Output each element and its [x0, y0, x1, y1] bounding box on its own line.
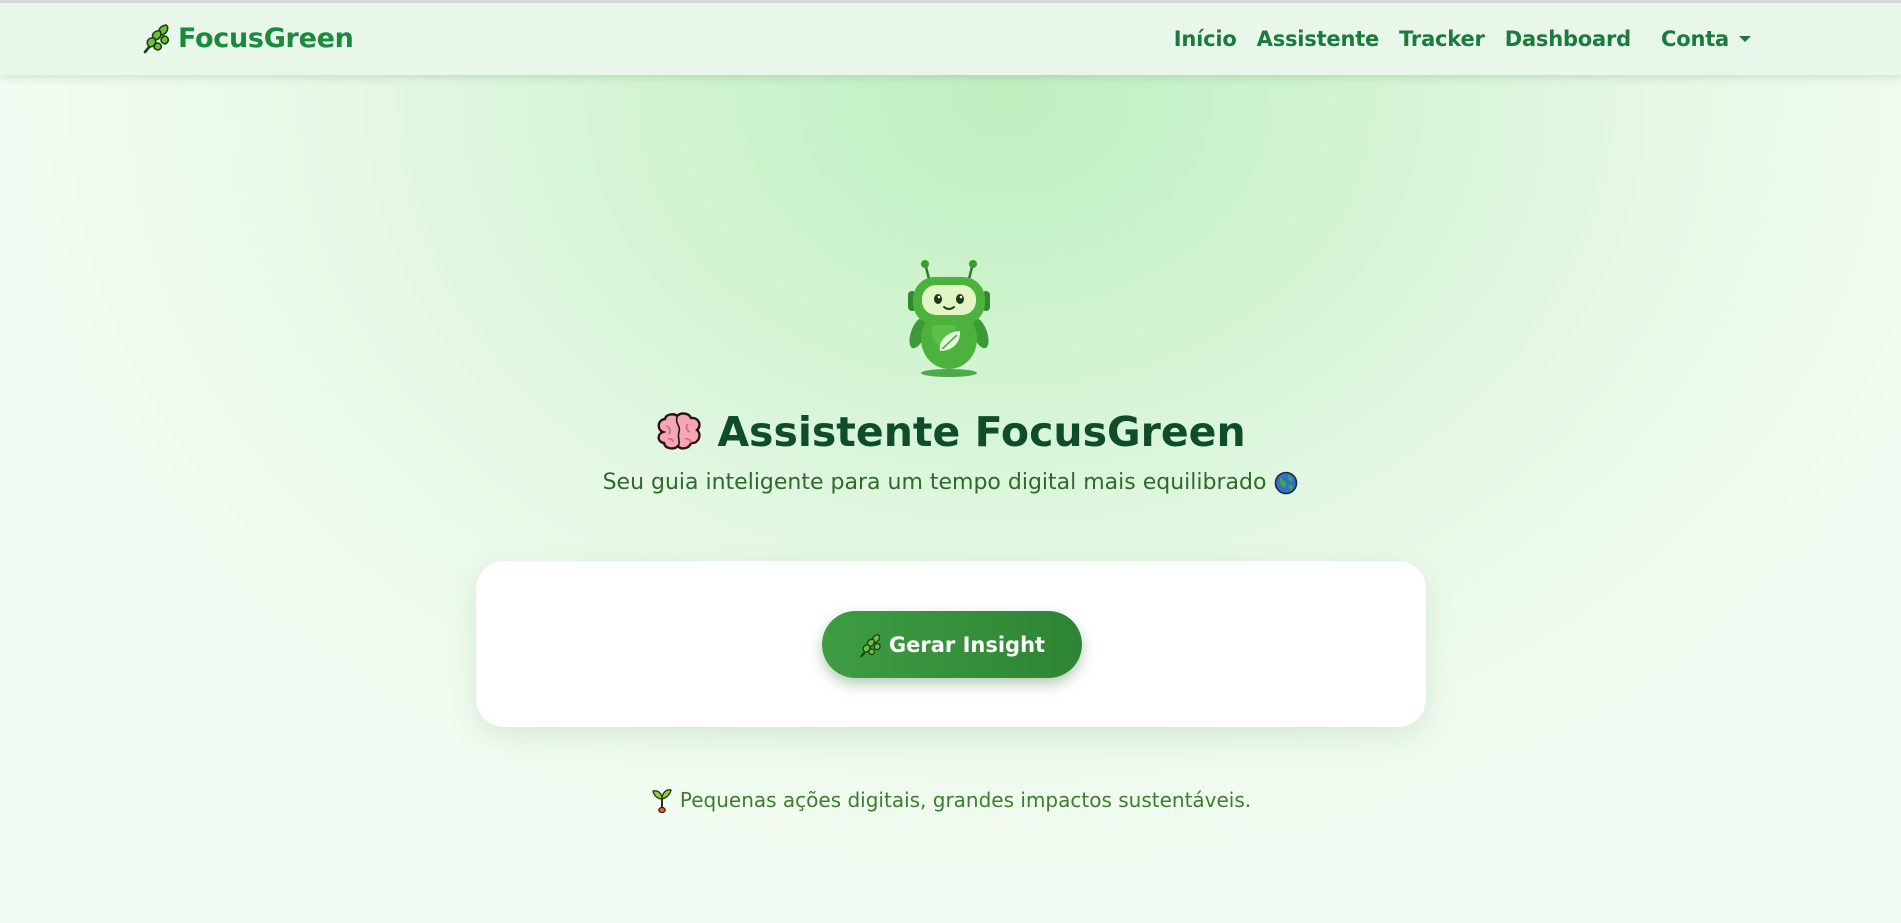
- account-dropdown[interactable]: Conta: [1661, 27, 1751, 51]
- caret-down-icon: [1739, 36, 1751, 42]
- nav-link-inicio[interactable]: Início: [1174, 27, 1237, 51]
- brain-icon: [657, 412, 701, 450]
- nav-link-dashboard[interactable]: Dashboard: [1505, 27, 1631, 51]
- robot-mascot-icon: [908, 260, 990, 377]
- subtitle-text: Seu guia inteligente para um tempo digit…: [602, 470, 1267, 495]
- page: FocusGreen Início Assistente Tracker Das…: [0, 0, 1901, 923]
- nav-links: Início Assistente Tracker Dashboard Cont…: [1154, 27, 1751, 51]
- brand-name: FocusGreen: [178, 22, 354, 54]
- page-subtitle: Seu guia inteligente para um tempo digit…: [0, 470, 1901, 495]
- generate-insight-label: Gerar Insight: [888, 632, 1046, 657]
- nav-link-tracker[interactable]: Tracker: [1399, 27, 1485, 51]
- sprout-icon: [652, 789, 672, 813]
- generate-insight-button[interactable]: Gerar Insight: [822, 611, 1082, 678]
- navbar: FocusGreen Início Assistente Tracker Das…: [0, 3, 1901, 75]
- page-title: Assistente FocusGreen: [0, 408, 1901, 456]
- leaf-icon: [143, 24, 170, 54]
- account-label: Conta: [1661, 27, 1729, 51]
- brand-link[interactable]: FocusGreen: [142, 22, 354, 54]
- globe-icon: [1275, 471, 1298, 494]
- tagline-text: Pequenas ações digitais, grandes impacto…: [679, 788, 1252, 812]
- title-text: Assistente FocusGreen: [717, 408, 1246, 456]
- nav-link-assistente[interactable]: Assistente: [1257, 27, 1380, 51]
- leaf-icon: [860, 633, 881, 657]
- insight-card: Gerar Insight: [476, 561, 1426, 727]
- footer-tagline: Pequenas ações digitais, grandes impacto…: [0, 787, 1901, 813]
